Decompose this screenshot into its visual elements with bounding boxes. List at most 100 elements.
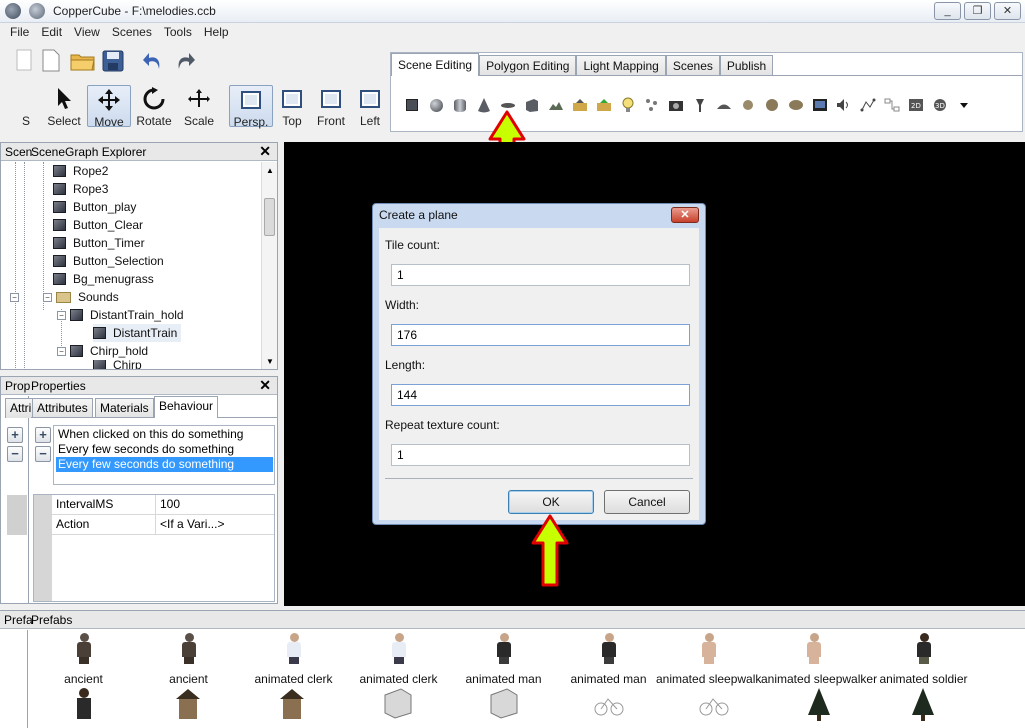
prefab-item[interactable]: animated clerk — [346, 633, 451, 686]
bicycle-icon[interactable] — [699, 687, 729, 722]
rock-icon[interactable] — [739, 96, 757, 114]
tree-node[interactable]: Chirp — [93, 360, 142, 369]
scenegraph-scrollbar[interactable]: ▲ ▼ — [261, 162, 277, 369]
tree-node[interactable]: Rope2 — [53, 162, 108, 180]
tree-node[interactable]: Button_Timer — [53, 234, 145, 252]
tree-node[interactable]: − Chirp_hold — [57, 342, 148, 360]
ok-button[interactable]: OK — [508, 490, 594, 514]
tool-rotate[interactable]: Rotate — [132, 85, 176, 128]
prefab-item[interactable]: ancient — [31, 633, 136, 686]
view-left[interactable]: Left — [348, 85, 392, 128]
close-window-button[interactable]: ✕ — [994, 2, 1021, 20]
width-input[interactable]: 176 — [391, 324, 690, 346]
tree-prefab-icon[interactable] — [806, 687, 832, 724]
3d-text-icon[interactable]: 3D — [931, 96, 949, 114]
tree-node[interactable]: Button_Selection — [53, 252, 164, 270]
bicycle-icon[interactable] — [594, 687, 624, 722]
tree-node[interactable]: Button_play — [53, 198, 136, 216]
water-icon[interactable] — [715, 96, 733, 114]
tab-polygon-editing[interactable]: Polygon Editing — [479, 55, 577, 76]
minimize-button[interactable]: _ — [934, 2, 961, 20]
scroll-thumb[interactable] — [264, 198, 275, 236]
sound-icon[interactable] — [835, 96, 853, 114]
tree-node[interactable]: Button_Clear — [53, 216, 143, 234]
remove-behaviour-icon[interactable]: − — [7, 446, 23, 462]
property-value-intervalms[interactable]: 100 — [156, 495, 274, 515]
tile-count-input[interactable]: 1 — [391, 264, 690, 286]
import-icon[interactable] — [571, 96, 589, 114]
collapse-icon[interactable]: − — [57, 310, 66, 320]
more-dropdown-icon[interactable] — [955, 96, 973, 114]
close-icon[interactable]: ✕ — [259, 143, 271, 160]
scroll-up-icon[interactable]: ▲ — [266, 166, 274, 175]
particles-icon[interactable] — [643, 96, 661, 114]
tab-publish[interactable]: Publish — [719, 55, 774, 76]
tree-node[interactable]: Rope3 — [53, 180, 108, 198]
undo-icon[interactable] — [141, 49, 165, 73]
collapse-icon[interactable]: − — [43, 292, 52, 302]
tool-scale[interactable]: Scale — [177, 85, 221, 128]
tree-node-selected[interactable]: DistantTrain — [93, 324, 182, 342]
box-icon[interactable] — [383, 687, 413, 722]
tab-scenes[interactable]: Scenes — [665, 55, 720, 76]
terrain-icon[interactable] — [547, 96, 565, 114]
tool-select[interactable]: Select — [42, 85, 86, 128]
view-perspective[interactable]: Persp. — [229, 85, 273, 129]
tool-move[interactable]: Move — [87, 85, 131, 129]
tree-node[interactable]: Bg_menugrass — [53, 270, 154, 288]
menu-view[interactable]: View — [68, 25, 106, 39]
repeat-texture-input[interactable]: 1 — [391, 444, 690, 466]
prefab-item[interactable]: animated clerk — [241, 633, 346, 686]
hut-icon[interactable] — [278, 687, 306, 722]
redo-icon[interactable] — [173, 49, 197, 73]
menu-tools[interactable]: Tools — [158, 25, 198, 39]
remove-behaviour-button[interactable]: − — [35, 446, 51, 462]
add-behaviour-icon[interactable]: + — [7, 427, 23, 443]
tab-behaviour[interactable]: Behaviour — [154, 396, 219, 418]
prefab-item[interactable]: animated sleepwalk — [656, 633, 761, 686]
menu-file[interactable]: File — [4, 25, 35, 39]
add-behaviour-button[interactable]: + — [35, 427, 51, 443]
export-icon[interactable] — [595, 96, 613, 114]
close-icon[interactable]: ✕ — [259, 377, 271, 394]
menu-help[interactable]: Help — [198, 25, 235, 39]
save-icon[interactable] — [101, 49, 125, 73]
view-top[interactable]: Top — [270, 85, 314, 128]
list-item[interactable]: When clicked on this do something — [56, 427, 273, 442]
property-value-action[interactable]: <If a Vari...> — [156, 515, 274, 535]
list-item-selected[interactable]: Every few seconds do something — [56, 457, 273, 472]
tab-scene-editing[interactable]: Scene Editing — [391, 53, 480, 76]
cube-icon[interactable] — [403, 96, 421, 114]
maximize-button[interactable]: ❐ — [964, 2, 991, 20]
tree-node[interactable]: − DistantTrain_hold — [57, 306, 184, 324]
camera-icon[interactable] — [667, 96, 685, 114]
list-item[interactable]: Every few seconds do something — [56, 442, 273, 457]
foliage-icon[interactable] — [787, 96, 805, 114]
tab-materials[interactable]: Materials — [95, 398, 154, 418]
hierarchy-icon[interactable] — [883, 96, 901, 114]
box-icon[interactable] — [489, 687, 519, 722]
menu-scenes[interactable]: Scenes — [106, 25, 158, 39]
tree-icon[interactable] — [763, 96, 781, 114]
2d-overlay-icon[interactable]: 2D — [907, 96, 925, 114]
open-folder-icon[interactable] — [70, 49, 95, 73]
prefab-item[interactable]: animated sleepwalker — [761, 633, 877, 686]
view-front[interactable]: Front — [309, 85, 353, 128]
tab-light-mapping[interactable]: Light Mapping — [576, 55, 666, 76]
prefab-item[interactable]: ancient — [136, 633, 241, 686]
tree-folder[interactable]: − − Sounds — [10, 288, 119, 306]
cylinder-icon[interactable] — [451, 96, 469, 114]
hut-icon[interactable] — [174, 687, 202, 722]
new-file-icon[interactable] — [14, 49, 38, 73]
prefab-item[interactable]: animated man — [556, 633, 661, 686]
new-document-icon[interactable] — [40, 49, 64, 73]
cancel-button[interactable]: Cancel — [604, 490, 690, 514]
light-icon[interactable] — [619, 96, 637, 114]
prefab-item[interactable]: animated soldier — [871, 633, 976, 686]
collapse-icon[interactable]: − — [10, 292, 19, 302]
prefab-item[interactable]: animated man — [451, 633, 556, 686]
character-icon[interactable] — [74, 687, 94, 722]
skybox-icon[interactable] — [811, 96, 829, 114]
collapse-icon[interactable]: − — [57, 346, 66, 356]
dialog-close-button[interactable]: ✕ — [671, 207, 699, 223]
